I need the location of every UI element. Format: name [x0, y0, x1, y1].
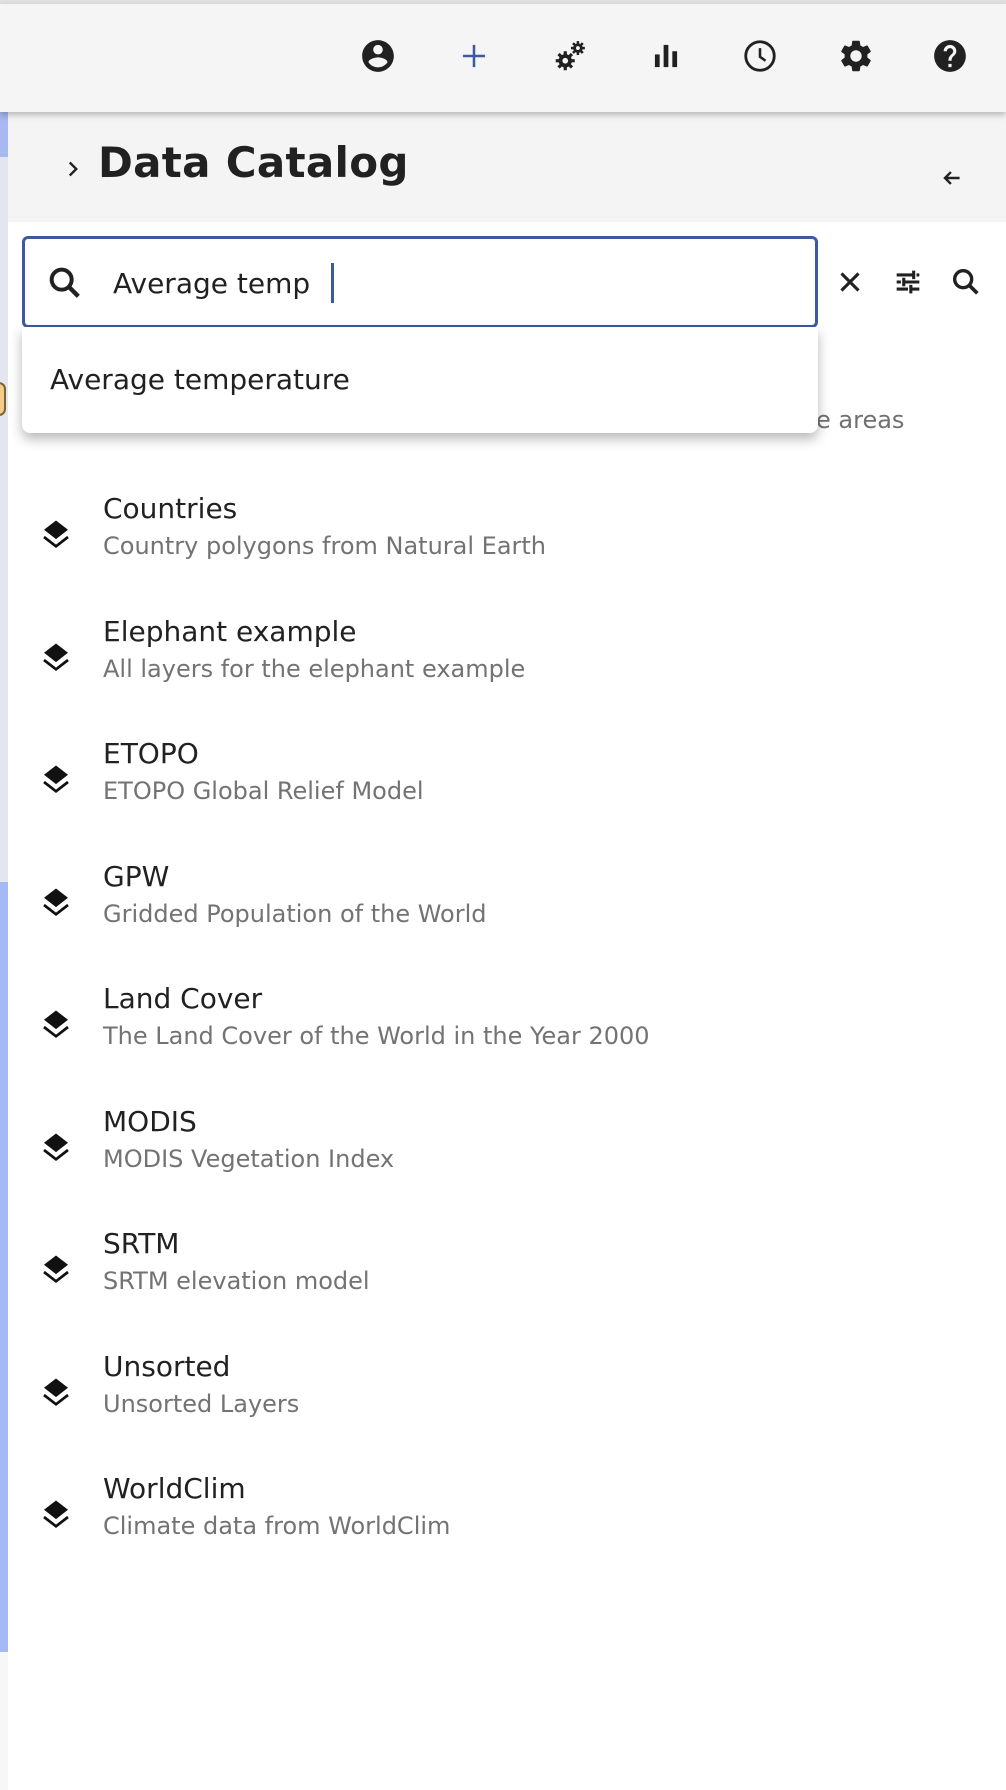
layers-icon: [43, 1010, 69, 1039]
search-icon: [49, 267, 80, 298]
item-title: Countries: [103, 492, 238, 525]
item-title: Land Cover: [103, 982, 263, 1015]
item-description: All layers for the elephant example: [103, 654, 526, 683]
settings-button[interactable]: [834, 34, 878, 78]
item-title: SRTM: [103, 1227, 180, 1260]
clear-search-button[interactable]: [826, 258, 874, 306]
catalog-list: Countries Country polygons from Natural …: [8, 486, 1006, 1589]
item-description: ETOPO Global Relief Model: [103, 777, 424, 805]
search-field[interactable]: [22, 236, 818, 328]
panel-header: Data Catalog: [8, 112, 1006, 222]
map-marker: [0, 382, 6, 416]
close-icon: [840, 272, 860, 292]
clock-icon: [744, 40, 776, 72]
catalog-item[interactable]: GPW Gridded Population of the World: [8, 854, 1006, 977]
autocomplete-dropdown: Average temperature: [22, 327, 818, 433]
item-description: MODIS Vegetation Index: [103, 1144, 395, 1173]
layers-icon: [43, 1255, 69, 1284]
catalog-item[interactable]: ETOPO ETOPO Global Relief Model: [8, 731, 1006, 854]
help-button[interactable]: [928, 34, 972, 78]
top-toolbar: [0, 4, 1006, 112]
filter-settings-button[interactable]: [884, 258, 932, 306]
data-catalog-panel: Data Catalog e areas Average temperature…: [8, 112, 1006, 1790]
help-icon: [934, 40, 966, 72]
item-description: SRTM elevation model: [103, 1267, 370, 1295]
account-button[interactable]: [356, 34, 400, 78]
search-icon: [952, 268, 979, 295]
layers-icon: [43, 888, 69, 916]
collapse-panel-button[interactable]: [928, 154, 976, 202]
item-description: Gridded Population of the World: [103, 899, 487, 928]
map-background-edge[interactable]: [0, 112, 8, 1790]
layers-icon: [43, 643, 69, 671]
item-title: MODIS: [103, 1104, 197, 1138]
layers-icon: [43, 520, 69, 549]
account-circle-icon: [362, 40, 394, 72]
item-title: Unsorted: [103, 1349, 231, 1383]
gears-icon: [555, 41, 585, 71]
layers-icon: [43, 1500, 69, 1529]
plus-icon: [462, 44, 486, 68]
suggestion-item[interactable]: Average temperature: [22, 327, 818, 433]
layers-icon: [43, 765, 69, 794]
gear-icon: [841, 40, 871, 72]
search-input[interactable]: [113, 257, 793, 309]
map-water-area: [0, 882, 8, 1652]
item-title: GPW: [103, 859, 170, 893]
item-description: The Land Cover of the World in the Year …: [103, 1022, 650, 1050]
item-description: Unsorted Layers: [103, 1389, 300, 1418]
item-title: WorldClim: [103, 1472, 246, 1505]
catalog-item[interactable]: MODIS MODIS Vegetation Index: [8, 1099, 1006, 1222]
time-button[interactable]: [738, 34, 782, 78]
layers-icon: [43, 1378, 69, 1406]
search-button[interactable]: [942, 258, 990, 306]
map-land-area: [0, 1652, 8, 1790]
tune-icon: [896, 270, 920, 294]
panel-title: Data Catalog: [98, 138, 409, 187]
expand-button[interactable]: [56, 152, 90, 186]
plots-button[interactable]: [644, 34, 688, 78]
catalog-item[interactable]: WorldClim Climate data from WorldClim: [8, 1466, 1006, 1589]
catalog-item[interactable]: Countries Country polygons from Natural …: [8, 486, 1006, 609]
layers-icon: [43, 1133, 69, 1161]
catalog-item[interactable]: SRTM SRTM elevation model: [8, 1221, 1006, 1344]
arrow-left-icon: [943, 171, 960, 185]
catalog-item[interactable]: Unsorted Unsorted Layers: [8, 1344, 1006, 1467]
bar-chart-icon: [654, 44, 678, 68]
item-description: Country polygons from Natural Earth: [103, 532, 547, 560]
item-title: ETOPO: [103, 737, 199, 770]
occluded-item-description: e areas: [816, 406, 905, 434]
workflows-button[interactable]: [548, 34, 592, 78]
map-water-area: [0, 112, 8, 157]
add-data-button[interactable]: [452, 34, 496, 78]
chevron-right-icon: [68, 161, 78, 177]
catalog-item[interactable]: Elephant example All layers for the elep…: [8, 609, 1006, 732]
item-description: Climate data from WorldClim: [103, 1512, 451, 1540]
item-title: Elephant example: [103, 614, 357, 648]
text-caret: [331, 263, 334, 303]
catalog-item[interactable]: Land Cover The Land Cover of the World i…: [8, 976, 1006, 1099]
